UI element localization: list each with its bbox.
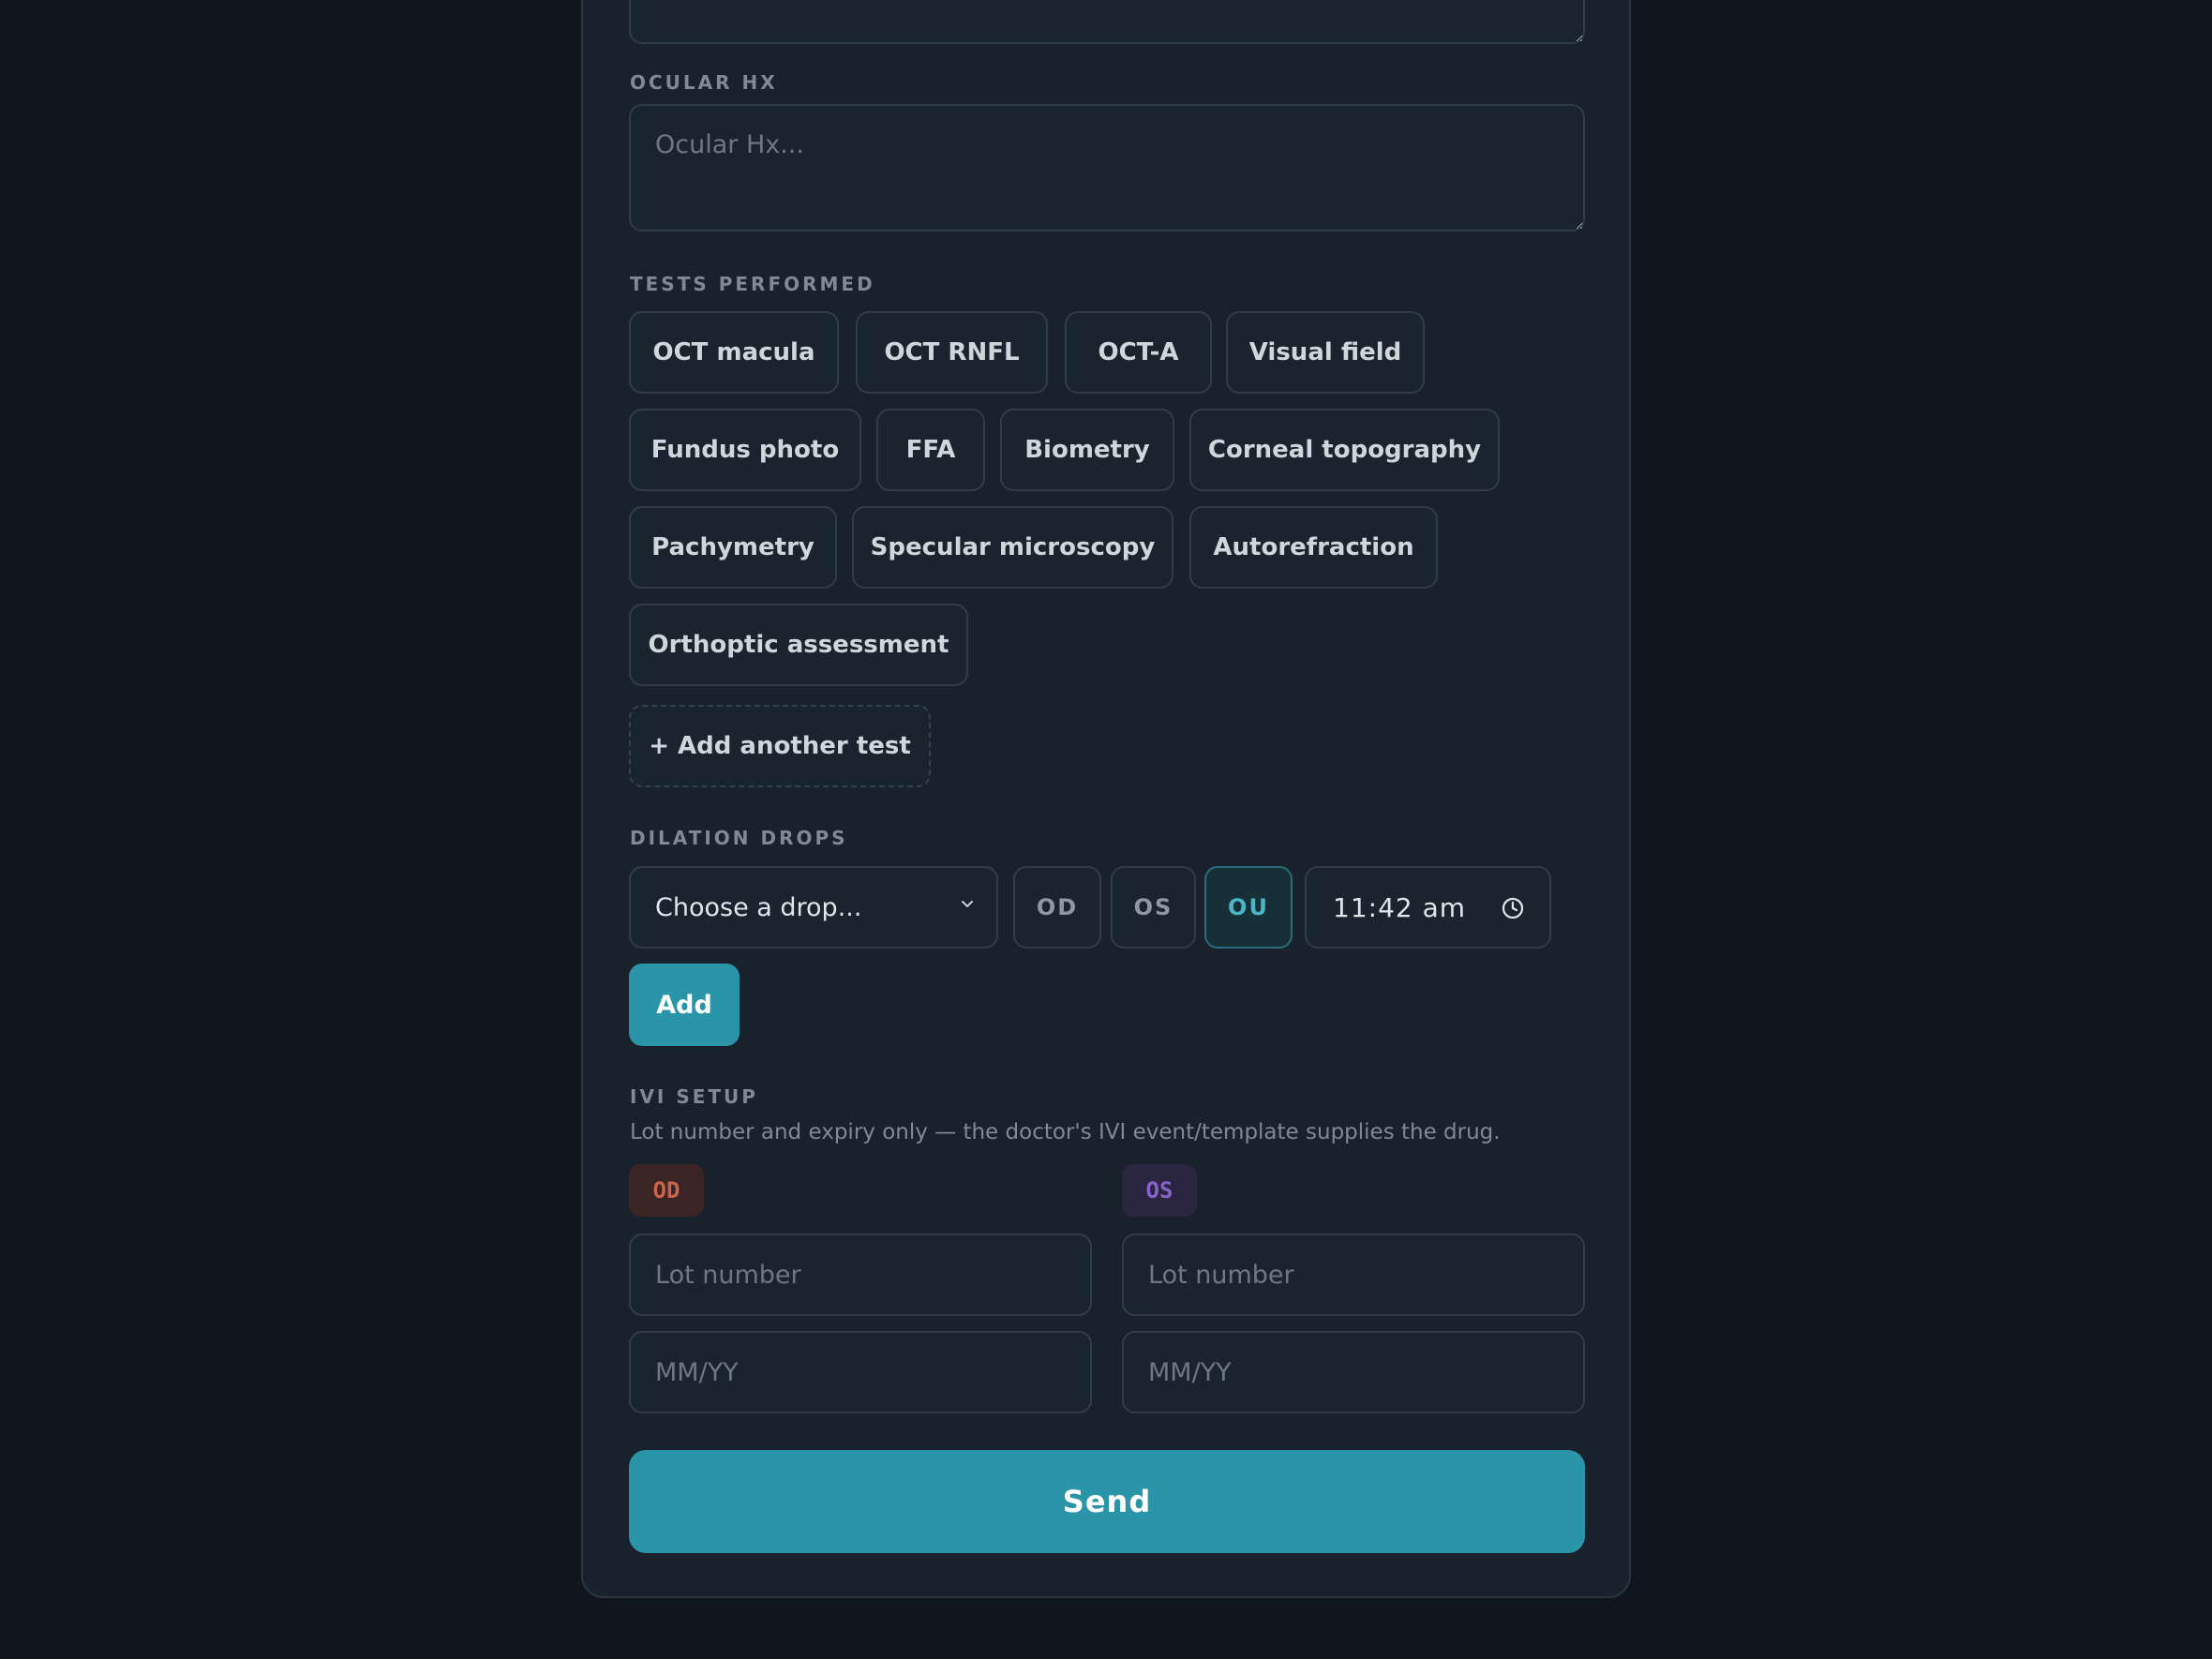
- test-chip-autorefraction[interactable]: Autorefraction: [1189, 506, 1438, 589]
- clock-icon[interactable]: [1501, 896, 1525, 920]
- test-chip-oct-rnfl[interactable]: OCT RNFL: [856, 311, 1048, 394]
- test-chip-corneal-topography[interactable]: Corneal topography: [1189, 409, 1500, 491]
- test-chip-ffa[interactable]: FFA: [876, 409, 985, 491]
- drop-select-value: Choose a drop...: [655, 892, 862, 922]
- test-chip-specular-microscopy[interactable]: Specular microscopy: [852, 506, 1173, 589]
- os-expiry-input[interactable]: [1122, 1331, 1585, 1413]
- form-card: OCULAR HX TESTS PERFORMED OCT macula OCT…: [581, 0, 1631, 1598]
- ivi-setup-label: IVI SETUP: [630, 1085, 758, 1108]
- od-expiry-input[interactable]: [629, 1331, 1092, 1413]
- ocular-hx-label: OCULAR HX: [630, 71, 778, 94]
- os-badge: OS: [1122, 1164, 1197, 1217]
- os-lot-number-input[interactable]: [1122, 1233, 1585, 1316]
- drop-select[interactable]: Choose a drop...: [629, 866, 998, 949]
- dilation-drops-label: DILATION DROPS: [630, 827, 848, 849]
- eye-toggle-ou[interactable]: OU: [1204, 866, 1293, 949]
- test-chip-pachymetry[interactable]: Pachymetry: [629, 506, 837, 589]
- eye-toggle-od[interactable]: OD: [1013, 866, 1101, 949]
- time-value: 11:42 am: [1333, 891, 1467, 923]
- ivi-setup-hint: Lot number and expiry only — the doctor'…: [630, 1120, 1501, 1144]
- test-chip-visual-field[interactable]: Visual field: [1226, 311, 1425, 394]
- od-badge: OD: [629, 1164, 704, 1217]
- eye-toggle-os[interactable]: OS: [1111, 866, 1196, 949]
- test-chip-oct-macula[interactable]: OCT macula: [629, 311, 839, 394]
- test-chip-orthoptic-assessment[interactable]: Orthoptic assessment: [629, 604, 968, 686]
- test-chip-biometry[interactable]: Biometry: [1000, 409, 1174, 491]
- send-button[interactable]: Send: [629, 1450, 1585, 1553]
- chevron-down-icon: [962, 901, 973, 908]
- add-drop-button[interactable]: Add: [629, 964, 740, 1046]
- test-chip-oct-a[interactable]: OCT-A: [1065, 311, 1212, 394]
- previous-notes-textarea[interactable]: [629, 0, 1585, 44]
- add-another-test-button[interactable]: + Add another test: [629, 705, 931, 787]
- od-lot-number-input[interactable]: [629, 1233, 1092, 1316]
- tests-performed-label: TESTS PERFORMED: [630, 273, 875, 295]
- test-chip-fundus-photo[interactable]: Fundus photo: [629, 409, 861, 491]
- ocular-hx-textarea[interactable]: [629, 104, 1585, 232]
- time-input[interactable]: 11:42 am: [1305, 866, 1551, 949]
